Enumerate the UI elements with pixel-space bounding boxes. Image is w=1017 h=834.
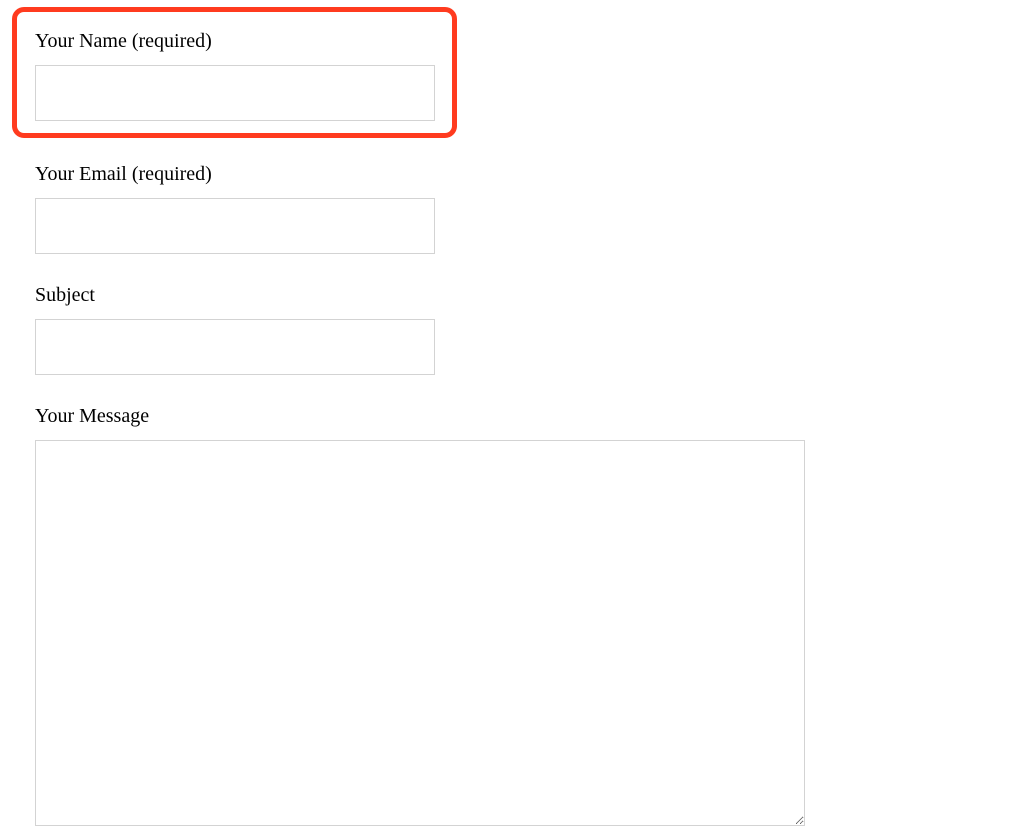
contact-form: Your Name (required) Your Email (require… [35, 7, 982, 831]
email-label: Your Email (required) [35, 163, 982, 186]
subject-label: Subject [35, 284, 982, 307]
name-label: Your Name (required) [35, 30, 434, 53]
email-field-group: Your Email (required) [35, 163, 982, 254]
message-field-group: Your Message [35, 405, 982, 831]
message-textarea[interactable] [35, 440, 805, 826]
name-input[interactable] [35, 65, 435, 121]
subject-field-group: Subject [35, 284, 982, 375]
subject-input[interactable] [35, 319, 435, 375]
email-input[interactable] [35, 198, 435, 254]
name-field-highlighted: Your Name (required) [12, 7, 457, 138]
message-label: Your Message [35, 405, 982, 428]
